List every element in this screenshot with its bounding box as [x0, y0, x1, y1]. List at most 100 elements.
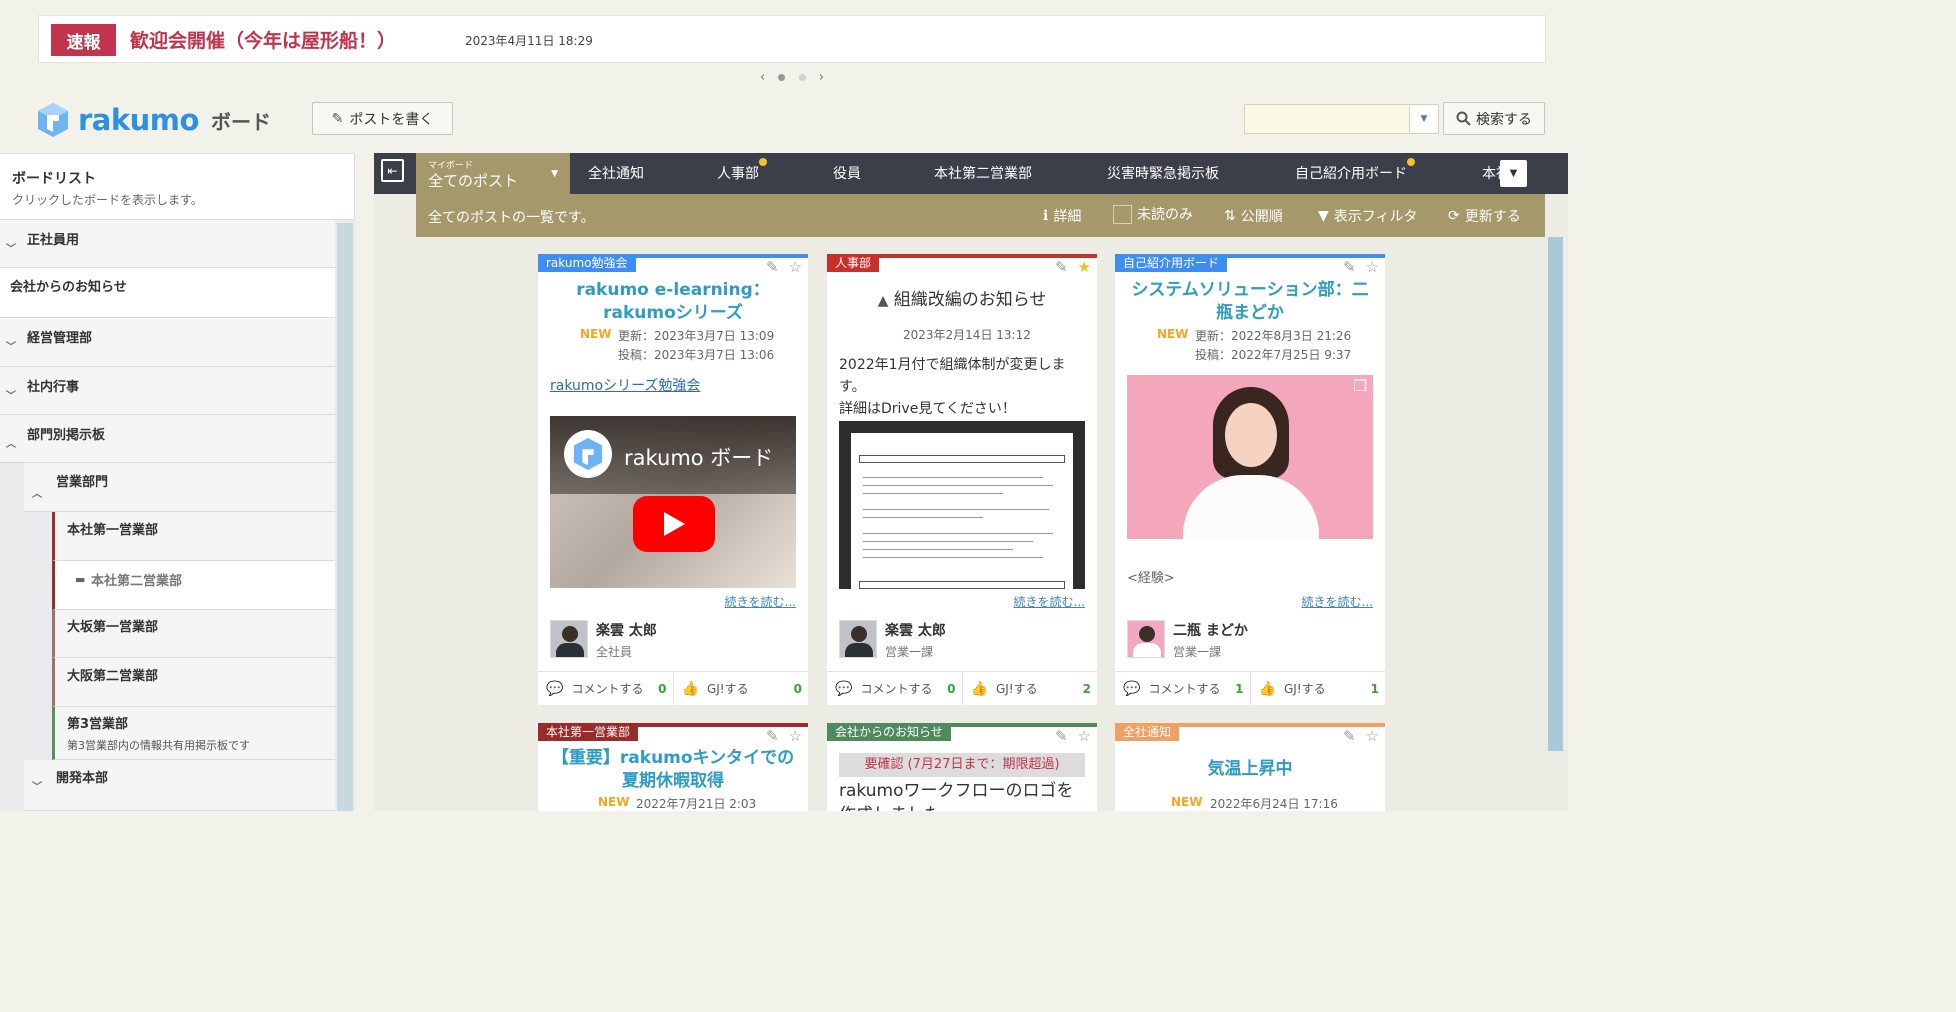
sidebar-item-osaka-sales-2[interactable]: 大阪第二営業部	[52, 658, 335, 707]
sidebar-scrollbar-track[interactable]	[337, 223, 353, 811]
post-title[interactable]: rakumo e-learning：rakumoシリーズ	[550, 279, 796, 325]
chevron-right-icon[interactable]: ›	[819, 70, 824, 85]
display-filter-button[interactable]: ▼ 表示フィルタ	[1318, 206, 1418, 226]
author[interactable]: 楽雲 太郎 営業一課	[839, 620, 946, 660]
chevron-left-icon[interactable]: ‹	[760, 70, 765, 85]
carousel-dot[interactable]	[798, 73, 806, 81]
read-more-link[interactable]: 続きを読む...	[1014, 593, 1085, 610]
sidebar-item-hq-sales-1[interactable]: 本社第一営業部	[52, 512, 335, 561]
post-body-line: 2022年1月付で組織体制が変更します。	[839, 357, 1066, 395]
play-icon[interactable]	[633, 496, 715, 552]
star-icon[interactable]: ☆	[789, 258, 802, 276]
more-tabs-button[interactable]: ▼	[1500, 160, 1527, 187]
gj-button[interactable]: 👍 GJ!する 1	[1249, 672, 1386, 705]
carousel-dot[interactable]	[778, 73, 786, 81]
profile-photo[interactable]: ❐	[1127, 375, 1373, 539]
edit-icon[interactable]: ✎	[1343, 727, 1356, 745]
board-tag[interactable]: 人事部	[827, 254, 880, 272]
post-title[interactable]: 気温上昇中	[1127, 758, 1373, 781]
post-card[interactable]: 自己紹介用ボード ✎ ☆ システムソリューション部：二瓶まどか NEW 更新：2…	[1115, 254, 1385, 705]
post-card[interactable]: 全社通知 ✎ ☆ 気温上昇中 NEW 2022年6月24日 17:16	[1115, 723, 1385, 811]
logo-text: rakumo	[78, 103, 199, 137]
sidebar-item-osaka-sales-1[interactable]: 大坂第一営業部	[52, 610, 335, 658]
post-body: 2022年1月付で組織体制が変更します。 詳細はDrive見てください！	[839, 354, 1085, 420]
thumbs-up-icon: 👍	[1258, 680, 1276, 697]
star-filled-icon[interactable]: ★	[1078, 258, 1091, 276]
author[interactable]: 二瓶 まどか 営業一課	[1127, 620, 1248, 660]
post-title[interactable]: 【重要】rakumoキンタイでの夏期休暇取得	[550, 747, 796, 793]
star-icon[interactable]: ☆	[1078, 727, 1091, 745]
detail-button[interactable]: ℹ 詳細	[1043, 206, 1081, 226]
comment-button[interactable]: 💬 コメントする 1	[1115, 672, 1250, 705]
caret-down-icon: ▼	[551, 169, 558, 179]
edit-icon[interactable]: ✎	[1343, 258, 1356, 276]
post-card[interactable]: 人事部 ✎ ★ ▲ 組織改編のお知らせ 2023年2月14日 13:12 202…	[827, 254, 1097, 705]
sidebar-item-hq-sales-2[interactable]: ▬ 本社第二営業部	[52, 561, 335, 610]
comment-button[interactable]: 💬 コメントする 0	[538, 672, 673, 705]
read-more-link[interactable]: 続きを読む...	[725, 593, 796, 610]
edit-icon[interactable]: ✎	[1055, 258, 1068, 276]
sidebar-item-events[interactable]: ﹀ 社内行事	[0, 367, 335, 415]
sidebar-header: ボードリスト クリックしたボードを表示します。	[0, 153, 355, 220]
tab-company-notice[interactable]: 全社通知	[588, 163, 644, 183]
tab-emergency[interactable]: 災害時緊急掲示板	[1107, 163, 1219, 183]
refresh-button[interactable]: ⟳ 更新する	[1448, 206, 1521, 226]
star-icon[interactable]: ☆	[1366, 258, 1379, 276]
comment-button[interactable]: 💬 コメントする 0	[827, 672, 962, 705]
banner-date: 2023年4月11日 18:29	[465, 34, 593, 48]
document-preview[interactable]	[839, 421, 1085, 589]
post-title[interactable]: システムソリューション部：二瓶まどか	[1127, 279, 1373, 325]
read-more-link[interactable]: 続きを読む...	[1302, 593, 1373, 610]
edit-icon[interactable]: ✎	[1055, 727, 1068, 745]
write-post-button[interactable]: ✎ ポストを書く	[312, 102, 453, 135]
tab-all-posts[interactable]: マイボード 全てのポスト ▼	[416, 153, 570, 194]
search-dropdown-button[interactable]: ▼	[1409, 106, 1438, 132]
gj-button[interactable]: 👍 GJ!する 0	[672, 672, 809, 705]
unread-only-checkbox[interactable]	[1113, 204, 1132, 224]
sort-icon: ⇅	[1224, 208, 1236, 224]
board-tag[interactable]: rakumo勉強会	[538, 254, 636, 272]
star-icon[interactable]: ☆	[789, 727, 802, 745]
sort-public-button[interactable]: ⇅ 公開順	[1224, 206, 1283, 226]
new-badge: NEW	[598, 795, 630, 809]
card-footer: 💬 コメントする 1 👍 GJ!する 1	[1115, 671, 1385, 705]
unread-only-toggle[interactable]: 未読のみ	[1113, 204, 1193, 224]
study-link[interactable]: rakumoシリーズ勉強会	[550, 375, 700, 395]
gj-button[interactable]: 👍 GJ!する 2	[961, 672, 1098, 705]
sidebar-item-department-boards[interactable]: ︿ 部門別掲示板	[0, 415, 335, 463]
sidebar-item-company-news[interactable]: 会社からのお知らせ	[0, 268, 335, 318]
post-title[interactable]: ▲ 組織改編のお知らせ	[839, 289, 1085, 313]
sidebar-item-sales-division[interactable]: ︿ 営業部門	[24, 463, 335, 512]
tab-executives[interactable]: 役員	[833, 163, 861, 183]
tab-all-posts-label: 全てのポスト	[428, 172, 519, 190]
post-card[interactable]: rakumo勉強会 ✎ ☆ rakumo e-learning：rakumoシリ…	[538, 254, 808, 705]
edit-icon[interactable]: ✎	[766, 258, 779, 276]
post-card[interactable]: 会社からのお知らせ ✎ ☆ 要確認 (7月27日まで：期限超過) rakumoワ…	[827, 723, 1097, 811]
edit-icon[interactable]: ✎	[766, 727, 779, 745]
board-tag[interactable]: 自己紹介用ボード	[1115, 254, 1228, 272]
tab-self-intro[interactable]: 自己紹介用ボード	[1295, 163, 1407, 183]
board-tag[interactable]: 会社からのお知らせ	[827, 723, 951, 741]
search-button[interactable]: 検索する	[1443, 102, 1545, 135]
post-title[interactable]: rakumoワークフローのロゴを作成しました	[839, 779, 1085, 811]
app-logo[interactable]: rakumo ボード	[36, 101, 306, 139]
collapse-sidebar-icon[interactable]: ⇤	[381, 159, 404, 182]
tab-hq-sales-2[interactable]: 本社第二営業部	[934, 163, 1032, 183]
star-icon[interactable]: ☆	[1366, 727, 1379, 745]
new-badge: NEW	[580, 327, 612, 341]
main-scrollbar[interactable]	[1548, 237, 1563, 751]
sidebar-item-sales-3[interactable]: 第3営業部 第3営業部内の情報共有用掲示板です	[52, 707, 335, 760]
sidebar-item-management[interactable]: ﹀ 経営管理部	[0, 318, 335, 367]
video-thumbnail[interactable]: rakumo ボード	[550, 416, 796, 588]
author[interactable]: 楽雲 太郎 全社員	[550, 620, 657, 660]
sidebar-item-regular-staff[interactable]: ﹀ 正社員用	[0, 220, 335, 268]
board-tag[interactable]: 本社第一営業部	[538, 723, 639, 741]
comment-icon: 💬	[546, 680, 564, 697]
sidebar-item-development[interactable]: ﹀ 開発本部	[24, 760, 335, 811]
post-card[interactable]: 本社第一営業部 ✎ ☆ 【重要】rakumoキンタイでの夏期休暇取得 NEW 2…	[538, 723, 808, 811]
news-banner[interactable]: 速報 歓迎会開催（今年は屋形船！） 2023年4月11日 18:29	[38, 15, 1546, 63]
banner-title[interactable]: 歓迎会開催（今年は屋形船！）	[130, 26, 396, 53]
board-tag[interactable]: 全社通知	[1115, 723, 1180, 741]
tab-hr[interactable]: 人事部	[717, 163, 759, 183]
author-dept: 営業一課	[885, 645, 934, 659]
